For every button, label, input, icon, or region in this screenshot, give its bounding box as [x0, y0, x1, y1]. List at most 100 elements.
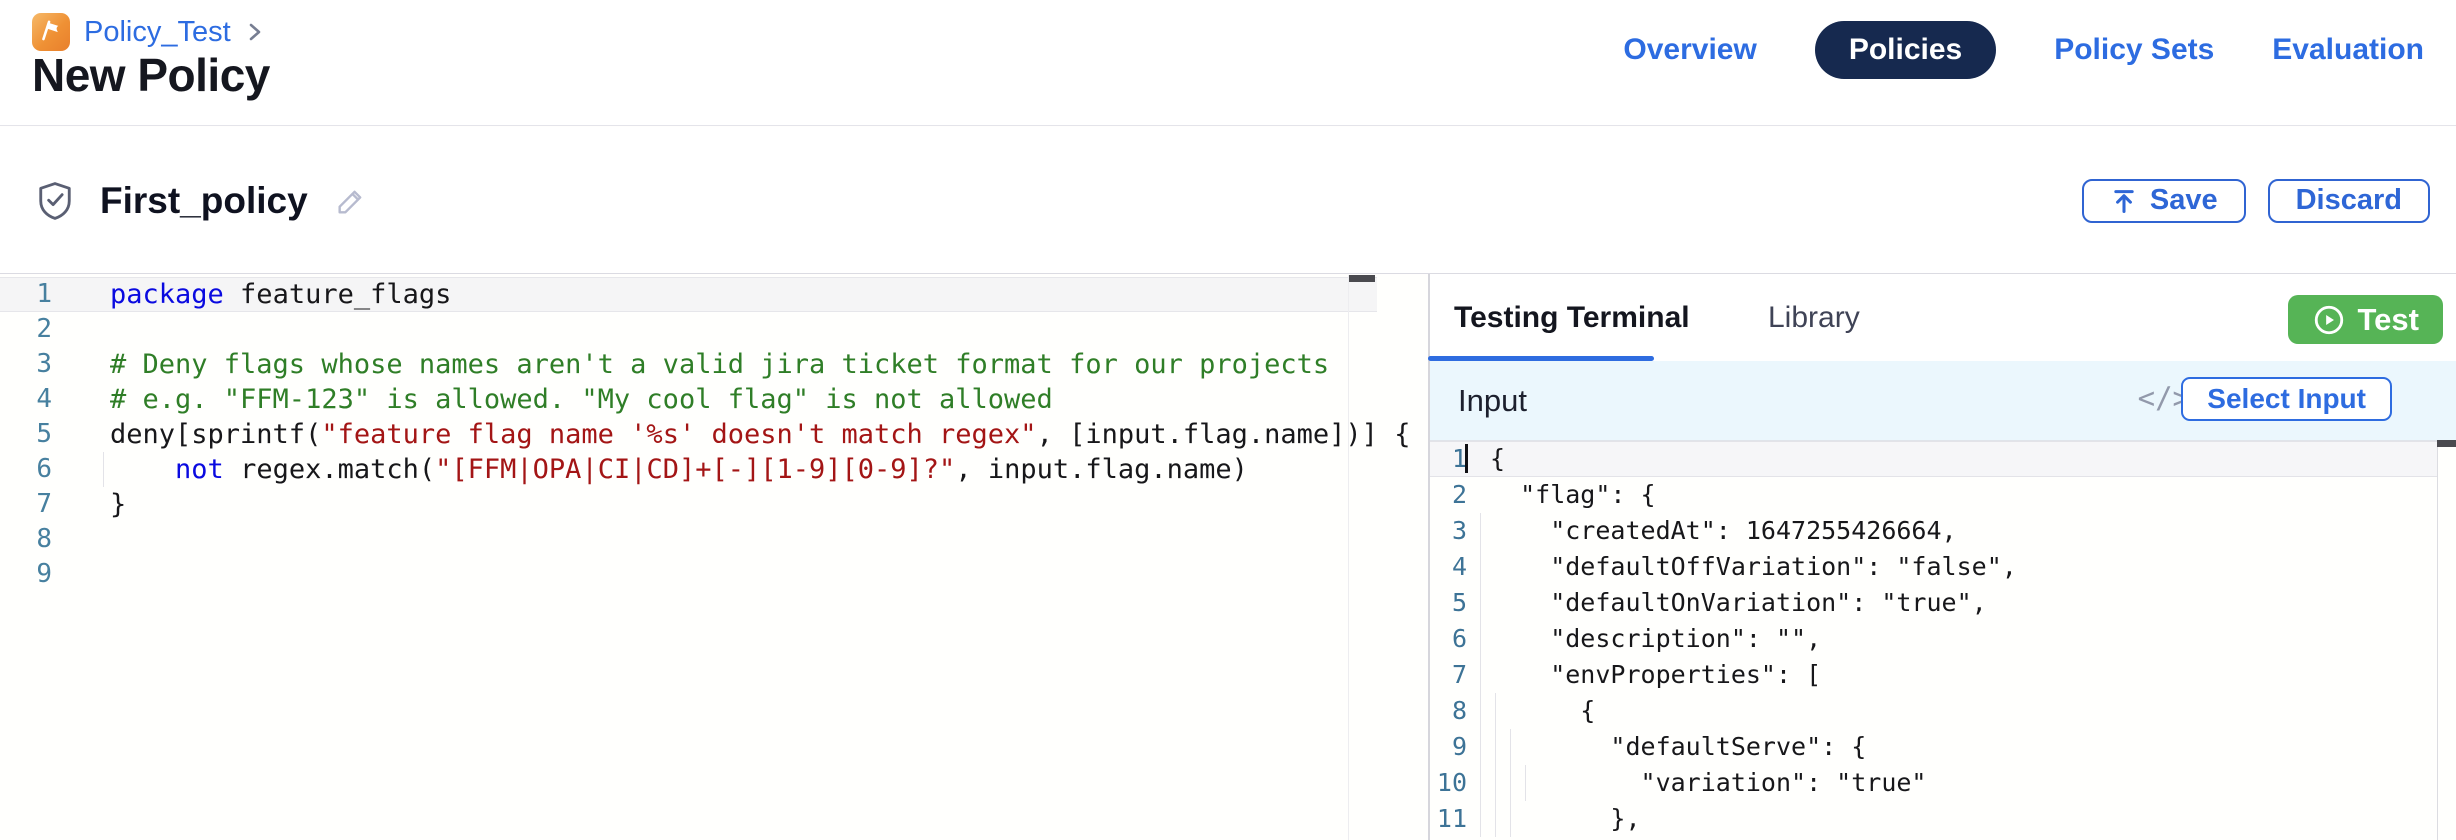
code-line[interactable]: 10 "variation": "true": [1430, 765, 2437, 801]
code-line[interactable]: 3 "createdAt": 1647255426664,: [1430, 513, 2437, 549]
policy-code-editor[interactable]: 1package feature_flags23# Deny flags who…: [0, 275, 1428, 840]
policy-editor-scrollbar-track[interactable]: [1348, 275, 1375, 840]
code-line[interactable]: 1package feature_flags: [0, 277, 1377, 312]
breadcrumb-project-link[interactable]: Policy_Test: [84, 16, 231, 49]
line-number: 10: [1430, 765, 1467, 801]
code-line[interactable]: 1{: [1430, 441, 2437, 477]
code-line[interactable]: 4# e.g. "FFM-123" is allowed. "My cool f…: [0, 382, 1377, 417]
testing-terminal-panel: Testing Terminal Library Test Input </> …: [1430, 274, 2456, 840]
code-line[interactable]: 8 {: [1430, 693, 2437, 729]
input-editor-scrollbar-thumb[interactable]: [2437, 440, 2456, 447]
line-number: 8: [1430, 693, 1467, 729]
line-number: 8: [0, 522, 72, 557]
input-editor-scrollbar-track[interactable]: [2437, 441, 2456, 840]
tab-library[interactable]: Library: [1768, 301, 1860, 335]
code-line[interactable]: 8: [0, 522, 1377, 557]
policy-editor-page: Policy_Test New Policy Overview Policies…: [0, 0, 2456, 840]
line-number: 9: [0, 557, 72, 592]
tab-testing-terminal[interactable]: Testing Terminal: [1454, 301, 1690, 335]
line-number: 6: [0, 452, 72, 487]
line-content: }: [72, 487, 126, 522]
toolbar-actions: Save Discard: [2082, 127, 2430, 274]
indent-guide: [1480, 513, 1481, 549]
input-header-bar: Input </> Select Input: [1430, 361, 2456, 441]
save-button[interactable]: Save: [2082, 179, 2246, 223]
nav-tab-policies[interactable]: Policies: [1815, 21, 1996, 79]
code-line[interactable]: 7 "envProperties": [: [1430, 657, 2437, 693]
code-line[interactable]: 11 },: [1430, 801, 2437, 837]
save-button-label: Save: [2150, 184, 2218, 217]
line-number: 4: [0, 382, 72, 417]
line-number: 7: [0, 487, 72, 522]
line-number: 9: [1430, 729, 1467, 765]
code-line[interactable]: 6 "description": "",: [1430, 621, 2437, 657]
policy-editor-scrollbar-thumb[interactable]: [1349, 275, 1375, 282]
line-content: [72, 522, 110, 557]
line-content: "envProperties": [: [1467, 657, 1821, 693]
line-content: "variation": "true": [1467, 765, 1927, 801]
line-content: "createdAt": 1647255426664,: [1467, 513, 1957, 549]
code-line[interactable]: 3# Deny flags whose names aren't a valid…: [0, 347, 1377, 382]
test-button-label: Test: [2358, 302, 2419, 338]
line-number: 4: [1430, 549, 1467, 585]
line-number: 3: [0, 347, 72, 382]
line-content: "description": "",: [1467, 621, 1821, 657]
line-content: },: [1467, 801, 1641, 837]
indent-guide: [1495, 693, 1496, 729]
code-line[interactable]: 5 "defaultOnVariation": "true",: [1430, 585, 2437, 621]
line-number: 6: [1430, 621, 1467, 657]
line-content: # e.g. "FFM-123" is allowed. "My cool fl…: [72, 382, 1053, 417]
indent-guide: [1480, 549, 1481, 585]
select-input-button[interactable]: Select Input: [2181, 377, 2392, 421]
text-cursor: [1465, 444, 1468, 473]
nav-tab-overview[interactable]: Overview: [1623, 21, 1756, 79]
play-circle-icon: [2312, 303, 2346, 337]
line-content: "defaultServe": {: [1467, 729, 1866, 765]
policy-name: First_policy: [100, 180, 308, 222]
line-number: 2: [1430, 477, 1467, 513]
indent-guide: [1480, 801, 1481, 837]
line-content: [72, 557, 110, 592]
nav-tab-policy-sets[interactable]: Policy Sets: [2054, 21, 2214, 79]
indent-guide: [1480, 729, 1481, 765]
discard-button-label: Discard: [2296, 184, 2402, 217]
code-line[interactable]: 9 "defaultServe": {: [1430, 729, 2437, 765]
line-content: package feature_flags: [72, 277, 451, 312]
code-line[interactable]: 6 not regex.match("[FFM|OPA|CI|CD]+[-][1…: [0, 452, 1377, 487]
indent-guide: [1480, 585, 1481, 621]
policy-title-group: First_policy: [36, 127, 368, 274]
input-section-label: Input: [1458, 383, 1527, 419]
line-content: {: [1467, 441, 1505, 477]
indent-guide: [1480, 621, 1481, 657]
input-json-editor[interactable]: 1{2 "flag": {3 "createdAt": 164725542666…: [1430, 441, 2456, 840]
indent-guide: [1510, 765, 1511, 801]
code-line[interactable]: 2 "flag": {: [1430, 477, 2437, 513]
editor-area: 1package feature_flags23# Deny flags who…: [0, 274, 2456, 840]
line-number: 3: [1430, 513, 1467, 549]
line-number: 2: [0, 312, 72, 347]
test-button[interactable]: Test: [2288, 295, 2443, 344]
code-line[interactable]: 4 "defaultOffVariation": "false",: [1430, 549, 2437, 585]
nav-tab-evaluation[interactable]: Evaluation: [2272, 21, 2424, 79]
chevron-right-icon: [245, 19, 265, 45]
indent-guide: [1495, 801, 1496, 837]
line-content: "flag": {: [1467, 477, 1656, 513]
line-number: 1: [0, 277, 72, 312]
code-line[interactable]: 2: [0, 312, 1377, 347]
terminal-tabs: Testing Terminal Library Test: [1430, 275, 2456, 361]
code-line[interactable]: 9: [0, 557, 1377, 592]
indent-guide: [1510, 729, 1511, 765]
code-line[interactable]: 7}: [0, 487, 1377, 522]
line-content: not regex.match("[FFM|OPA|CI|CD]+[-][1-9…: [72, 452, 1248, 487]
line-number: 5: [1430, 585, 1467, 621]
breadcrumb: Policy_Test: [32, 13, 265, 51]
feature-flags-module-icon[interactable]: [32, 13, 70, 51]
flag-icon: [39, 20, 63, 44]
page-title: New Policy: [32, 48, 270, 102]
line-number: 5: [0, 417, 72, 452]
edit-pencil-icon[interactable]: [334, 184, 368, 218]
policy-toolbar: First_policy Save Discard: [0, 127, 2456, 274]
code-line[interactable]: 5deny[sprintf("feature flag name '%s' do…: [0, 417, 1377, 452]
indent-guide: [1525, 765, 1526, 801]
discard-button[interactable]: Discard: [2268, 179, 2430, 223]
